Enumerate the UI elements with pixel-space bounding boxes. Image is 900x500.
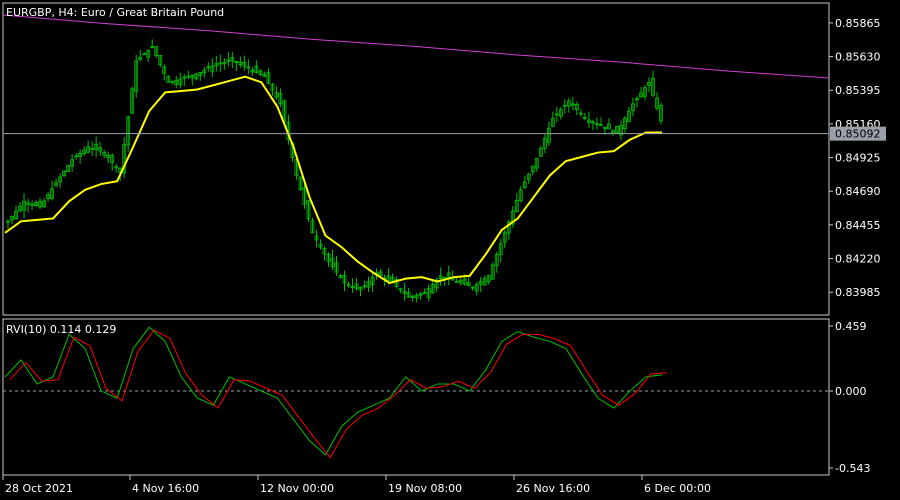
indicator-label: RVI(10) 0.114 0.129: [6, 323, 116, 336]
time-tick-label: 26 Nov 16:00: [516, 482, 590, 495]
indicator-pane[interactable]: [2, 318, 830, 476]
rvi-tick-label: 0.000: [835, 385, 867, 398]
price-tick-label: 0.84455: [835, 219, 881, 232]
chart-window[interactable]: 0.858650.856300.853950.851600.849250.846…: [0, 0, 900, 500]
time-tick-label: 28 Oct 2021: [5, 482, 73, 495]
price-tick-label: 0.83985: [835, 286, 881, 299]
price-tick-label: 0.84925: [835, 152, 881, 165]
rvi-tick-label: 0.459: [835, 320, 867, 333]
price-tick-label: 0.85395: [835, 84, 881, 97]
time-tick-label: 19 Nov 08:00: [388, 482, 462, 495]
price-tick-label: 0.85865: [835, 17, 881, 30]
price-tick-label: 0.84690: [835, 185, 881, 198]
time-tick-label: 4 Nov 16:00: [132, 482, 199, 495]
current-price-label: 0.85092: [835, 128, 881, 141]
rvi-tick-label: -0.543: [835, 462, 870, 475]
chart-title: EURGBP, H4: Euro / Great Britain Pound: [6, 6, 224, 19]
price-tick-label: 0.84220: [835, 253, 881, 266]
time-tick-label: 12 Nov 00:00: [260, 482, 334, 495]
time-tick-label: 6 Dec 00:00: [644, 482, 711, 495]
price-tick-label: 0.85630: [835, 51, 881, 64]
